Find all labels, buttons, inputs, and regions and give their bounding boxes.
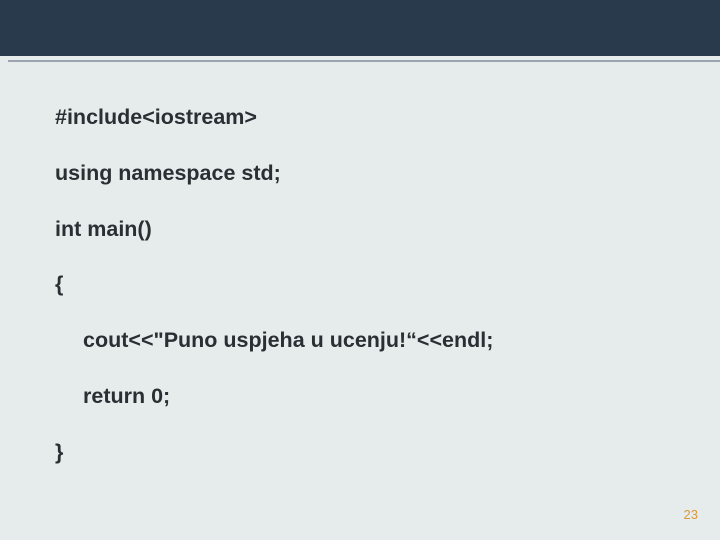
code-line-main: int main(): [55, 217, 680, 243]
divider-line: [8, 60, 720, 62]
code-line-open-brace: {: [55, 272, 680, 298]
code-line-close-brace: }: [55, 440, 680, 466]
code-block: #include<iostream> using namespace std; …: [55, 105, 680, 496]
code-line-using: using namespace std;: [55, 161, 680, 187]
code-line-cout: cout<<"Puno uspjeha u ucenju!“<<endl;: [55, 328, 680, 354]
code-line-return: return 0;: [55, 384, 680, 410]
slide: #include<iostream> using namespace std; …: [0, 0, 720, 540]
header-stripe: [0, 0, 720, 56]
code-line-include: #include<iostream>: [55, 105, 680, 131]
page-number: 23: [684, 507, 698, 522]
